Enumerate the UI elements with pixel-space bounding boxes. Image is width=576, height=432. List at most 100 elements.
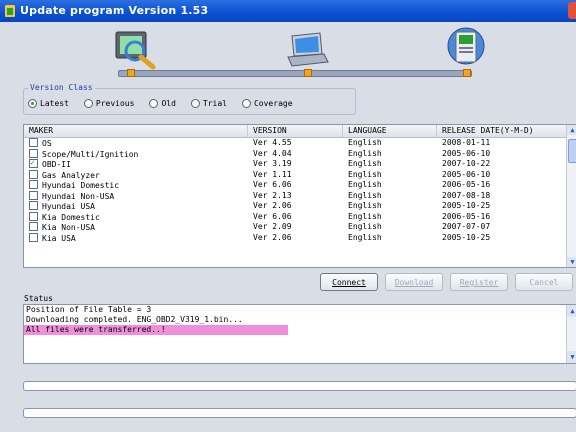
table-row[interactable]: OBD-II Ver 3.19 English 2007-10-22: [24, 159, 576, 170]
table-row[interactable]: Scope/Multi/Ignition Ver 4.04 English 2005-…: [24, 148, 576, 160]
row-checkbox[interactable]: [29, 190, 38, 200]
cell-release-date: 2006-05-16: [442, 180, 491, 189]
cell-maker: Kia Non-USA: [24, 222, 248, 233]
radio-dot[interactable]: [28, 99, 37, 108]
radio-trial[interactable]: Trial: [190, 99, 227, 108]
device-update-icon: [447, 27, 485, 65]
row-checkbox[interactable]: [29, 232, 38, 242]
row-checkbox[interactable]: [29, 148, 38, 158]
step-progress-bar: [118, 70, 472, 77]
table-row[interactable]: Kia USA Ver 2.06 English 2005-10-25: [24, 232, 576, 244]
list-scrollbar[interactable]: ▲ ▼: [566, 125, 576, 267]
column-header-release-date[interactable]: RELEASE DATE(Y-M-D): [437, 125, 576, 137]
download-button[interactable]: Download: [385, 273, 443, 291]
cell-release-date: 2007-08-18: [442, 190, 491, 200]
cell-language: English: [348, 138, 382, 147]
status-line: Downloading completed. ENG_OBD2_V319_1.b…: [26, 315, 243, 324]
version-class-legend: Version Class: [28, 83, 95, 92]
row-checkbox[interactable]: [29, 201, 38, 210]
row-checkbox[interactable]: [29, 211, 38, 221]
radio-dot[interactable]: [149, 99, 159, 108]
cell-release-date: 2006-05-16: [442, 211, 491, 221]
cell-maker: Hyundai Non-USA: [24, 190, 248, 202]
column-header-language[interactable]: LANGUAGE: [343, 125, 437, 137]
cell-version: Ver 2.09: [253, 222, 292, 231]
status-label: Status: [24, 294, 53, 303]
radio-previous[interactable]: Previous: [83, 99, 134, 108]
radio-old[interactable]: Old: [149, 99, 176, 108]
cell-version: Ver 1.11: [253, 169, 292, 179]
row-checkbox[interactable]: [29, 222, 38, 231]
cell-language: English: [348, 190, 382, 200]
progress-bar-total: [23, 408, 576, 418]
cell-maker: Hyundai Domestic: [24, 180, 248, 191]
cancel-button[interactable]: Cancel: [515, 273, 573, 291]
app-icon: [5, 5, 15, 17]
status-line-highlighted: All files were transferred..!: [24, 325, 288, 335]
scroll-down-icon[interactable]: ▼: [567, 257, 576, 267]
cell-release-date: 2005-10-25: [442, 232, 491, 242]
register-button[interactable]: Register: [450, 273, 508, 291]
scroll-down-icon[interactable]: ▼: [567, 351, 576, 363]
list-body: OS Ver 4.55 English 2008-01-11 Scope/Multi/I…: [24, 138, 576, 243]
scroll-thumb[interactable]: [568, 139, 576, 163]
column-header-maker[interactable]: MAKER: [24, 125, 248, 137]
progress-bar-file: [23, 381, 576, 391]
cell-version: Ver 6.06: [253, 211, 292, 221]
radio-dot[interactable]: [190, 99, 200, 108]
radio-dot[interactable]: [83, 99, 93, 108]
cell-release-date: 2008-01-11: [442, 138, 491, 147]
row-checkbox[interactable]: [29, 159, 38, 169]
connect-button[interactable]: Connect: [320, 273, 378, 291]
cell-version: Ver 3.19: [253, 159, 292, 168]
row-checkbox[interactable]: [29, 180, 38, 189]
cell-language: English: [348, 169, 382, 179]
radio-dot[interactable]: [241, 99, 251, 108]
cell-maker: OS: [24, 138, 248, 149]
update-steps: [0, 22, 576, 87]
table-row[interactable]: Hyundai Domestic Ver 6.06 English 2006-05-1…: [24, 180, 576, 191]
cell-language: English: [348, 222, 382, 231]
pc-scan-icon: [115, 31, 156, 70]
radio-latest[interactable]: Latest: [28, 99, 69, 108]
cell-maker: Gas Analyzer: [24, 169, 248, 181]
cell-release-date: 2007-07-07: [442, 222, 491, 231]
status-scrollbar[interactable]: ▲ ▼: [566, 305, 576, 363]
row-checkbox[interactable]: [29, 169, 38, 179]
close-button[interactable]: [568, 2, 576, 19]
table-row[interactable]: Hyundai Non-USA Ver 2.13 English 2007-08-18: [24, 190, 576, 202]
scroll-up-icon[interactable]: ▲: [567, 305, 576, 317]
table-row[interactable]: Hyundai USA Ver 2.06 English 2005-10-25: [24, 201, 576, 212]
program-list: MAKER VERSION LANGUAGE RELEASE DATE(Y-M-…: [23, 124, 576, 268]
cell-language: English: [348, 201, 382, 210]
cell-language: English: [348, 180, 382, 189]
status-log: Position of File Table = 3 Downloading c…: [23, 304, 576, 364]
row-checkbox[interactable]: [29, 138, 38, 147]
cell-maker: OBD-II: [24, 159, 248, 170]
cell-version: Ver 2.06: [253, 232, 292, 242]
cell-maker: Hyundai USA: [24, 201, 248, 212]
cell-release-date: 2005-10-25: [442, 201, 491, 210]
cell-maker: Kia Domestic: [24, 211, 248, 223]
scroll-up-icon[interactable]: ▲: [567, 125, 576, 135]
cell-release-date: 2007-10-22: [442, 159, 491, 168]
table-row[interactable]: Gas Analyzer Ver 1.11 English 2005-06-10: [24, 169, 576, 181]
cell-language: English: [348, 232, 382, 242]
cell-version: Ver 6.06: [253, 180, 292, 189]
table-row[interactable]: Kia Non-USA Ver 2.09 English 2007-07-07: [24, 222, 576, 233]
cell-version: Ver 4.55: [253, 138, 292, 147]
cell-maker: Kia USA: [24, 232, 248, 244]
radio-coverage[interactable]: Coverage: [241, 99, 293, 108]
version-class-radios: Latest Previous Old Trial Coverage: [28, 99, 308, 108]
status-line: Position of File Table = 3: [26, 305, 152, 314]
table-row[interactable]: Kia Domestic Ver 6.06 English 2006-05-16: [24, 211, 576, 223]
title-bar: Update program Version 1.53: [0, 0, 576, 22]
cell-release-date: 2005-06-10: [442, 169, 491, 179]
column-header-version[interactable]: VERSION: [248, 125, 343, 137]
table-row[interactable]: OS Ver 4.55 English 2008-01-11: [24, 138, 576, 149]
cell-version: Ver 2.06: [253, 201, 292, 210]
cell-release-date: 2005-06-10: [442, 148, 491, 158]
cell-version: Ver 2.13: [253, 190, 292, 200]
laptop-icon: [287, 32, 329, 67]
cell-version: Ver 4.04: [253, 148, 292, 158]
